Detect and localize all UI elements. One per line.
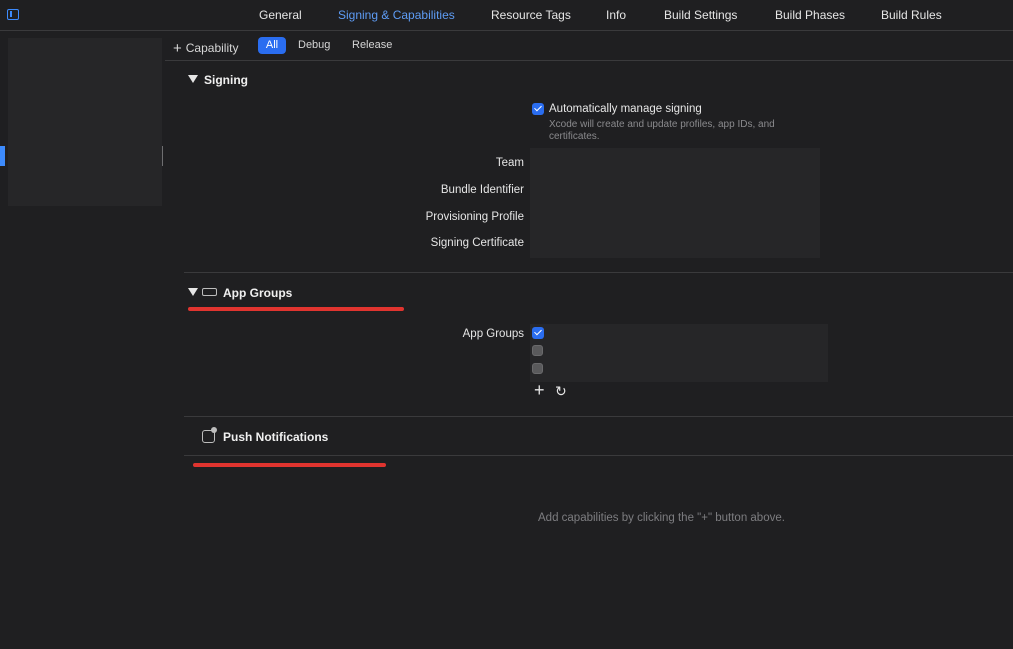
target-list[interactable] — [8, 38, 162, 206]
signing-values-box — [530, 148, 820, 258]
add-app-group-icon[interactable]: + — [534, 381, 545, 399]
provisioning-profile-label: Provisioning Profile — [425, 211, 524, 223]
tab-info[interactable]: Info — [606, 8, 626, 22]
app-groups-section-title: App Groups — [223, 286, 293, 300]
filter-all-button[interactable]: All — [258, 37, 286, 54]
annotation-underline — [193, 463, 386, 467]
annotation-underline — [188, 307, 404, 311]
signing-disclosure-icon[interactable] — [188, 75, 198, 83]
app-groups-list[interactable] — [530, 324, 828, 382]
auto-manage-note-line1: Xcode will create and update profiles, a… — [549, 119, 775, 130]
push-notifications-section-title: Push Notifications — [223, 430, 329, 444]
signing-certificate-label: Signing Certificate — [430, 237, 524, 249]
selected-target-marker — [0, 146, 5, 166]
bundle-identifier-label: Bundle Identifier — [440, 184, 524, 196]
app-group-checkbox-3[interactable] — [532, 363, 543, 374]
auto-manage-note-line2: certificates. — [549, 131, 600, 142]
section-divider — [184, 455, 1013, 456]
notification-badge-icon — [211, 427, 217, 433]
app-groups-label: App Groups — [462, 328, 524, 340]
app-groups-icon — [202, 288, 217, 296]
tab-build-rules[interactable]: Build Rules — [881, 8, 942, 22]
sidebar-toggle-icon[interactable] — [7, 9, 19, 20]
team-label: Team — [495, 157, 524, 169]
filter-release-button[interactable]: Release — [352, 39, 392, 51]
split-view-handle[interactable] — [162, 146, 163, 166]
add-capability-button[interactable]: + Capability — [173, 39, 239, 57]
section-divider — [184, 272, 1013, 273]
auto-manage-signing-label: Automatically manage signing — [549, 103, 702, 115]
tab-build-settings[interactable]: Build Settings — [664, 8, 737, 22]
app-group-checkbox-1[interactable] — [532, 327, 544, 339]
tab-general[interactable]: General — [259, 8, 302, 22]
signing-section-title: Signing — [204, 73, 248, 87]
auto-manage-signing-checkbox[interactable] — [532, 103, 544, 115]
app-group-checkbox-2[interactable] — [532, 345, 543, 356]
empty-capabilities-hint: Add capabilities by clicking the "+" but… — [538, 512, 785, 524]
tab-resource-tags[interactable]: Resource Tags — [491, 8, 571, 22]
tab-signing-capabilities[interactable]: Signing & Capabilities — [338, 8, 455, 22]
tab-build-phases[interactable]: Build Phases — [775, 8, 845, 22]
plus-icon: + — [173, 40, 182, 57]
add-capability-label: Capability — [185, 41, 239, 55]
section-divider — [184, 416, 1013, 417]
toolbar-divider — [165, 60, 1013, 61]
app-groups-disclosure-icon[interactable] — [188, 288, 198, 296]
filter-debug-button[interactable]: Debug — [298, 39, 330, 51]
refresh-icon[interactable]: ↻ — [555, 382, 567, 400]
